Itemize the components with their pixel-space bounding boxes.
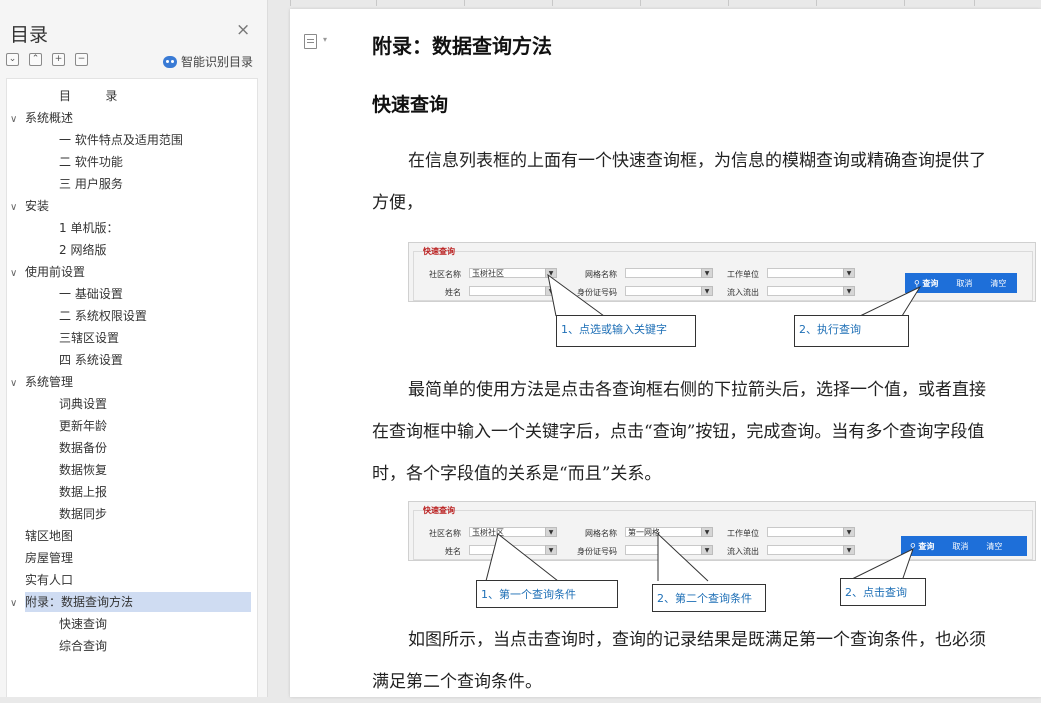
chevron-down-icon[interactable]: ∨ <box>10 374 22 394</box>
toc-item[interactable]: 数据备份 <box>7 438 253 458</box>
toc-item[interactable]: 一 软件特点及适用范围 <box>7 130 253 150</box>
toc-item-label: 安装 <box>25 199 50 213</box>
toc-item-label: 二 软件功能 <box>59 155 123 169</box>
toc-item-label: 词典设置 <box>59 397 108 411</box>
collapse-all-icon[interactable]: ⌃ <box>29 53 42 66</box>
toc-sidebar: 目录 × ⌄ ⌃ + − 智能识别目录 目 录 ∨ 系统概述一 软件特点及适用范围二… <box>0 0 268 697</box>
toc-item[interactable]: ∨ 附录：数据查询方法 <box>10 592 251 612</box>
paragraph-1: 在信息列表框的上面有一个快速查询框，为信息的模糊查询或精确查询提供了方便， <box>372 151 986 213</box>
remove-heading-icon[interactable]: − <box>75 53 88 66</box>
chevron-down-icon[interactable]: ∨ <box>10 198 22 218</box>
heading-appendix: 附录：数据查询方法 <box>372 34 552 58</box>
toc-item-label: 实有人口 <box>25 573 74 587</box>
toc-toolbar: ⌄ ⌃ + − <box>6 53 88 66</box>
toc-item-label: 房屋管理 <box>25 551 74 565</box>
toc-item[interactable]: 数据恢复 <box>7 460 253 480</box>
smart-recognize-icon <box>163 55 177 68</box>
toc-item[interactable]: 房屋管理 <box>7 548 253 568</box>
toc-item[interactable]: 二 系统权限设置 <box>7 306 253 326</box>
toc-item[interactable]: 三 用户服务 <box>7 174 253 194</box>
toc-item[interactable]: 词典设置 <box>7 394 253 414</box>
toc-item-label: 系统概述 <box>25 111 74 125</box>
callout-pointers <box>547 273 922 317</box>
toc-item[interactable]: 数据上报 <box>7 482 253 502</box>
toc-item-label: 四 系统设置 <box>59 353 123 367</box>
figure-quick-query-1: 快速查询 社区名称 玉树社区 ▼ 网格名称 ▼ 工作单位 ▼ 姓名 ▼ 身份证号… <box>408 242 1038 347</box>
toc-item[interactable]: 综合查询 <box>7 636 253 656</box>
toc-item-label: 系统管理 <box>25 375 74 389</box>
toc-item-label: 数据备份 <box>59 441 108 455</box>
smart-toc-label: 智能识别目录 <box>181 55 254 69</box>
toc-item[interactable]: 二 软件功能 <box>7 152 253 172</box>
callout-first-condition: 1、第一个查询条件 <box>476 580 618 608</box>
chevron-down-icon[interactable]: ∨ <box>10 594 22 614</box>
ruler-ticks <box>268 0 1041 8</box>
toc-item-label: 快速查询 <box>59 617 108 631</box>
paragraph-style-icon[interactable] <box>304 34 317 49</box>
toc-title: 目录 <box>10 24 49 46</box>
toc-item-label: 数据同步 <box>59 507 108 521</box>
callout-keyword: 1、点选或输入关键字 <box>556 315 696 347</box>
toc-item[interactable]: 实有人口 <box>7 570 253 590</box>
chevron-down-icon[interactable]: ∨ <box>10 264 22 284</box>
toc-item-label: 三辖区设置 <box>59 331 120 345</box>
toc-item-label: 使用前设置 <box>25 265 86 279</box>
add-heading-icon[interactable]: + <box>52 53 65 66</box>
document-page[interactable]: ▾ 附录：数据查询方法 快速查询 在信息列表框的上面有一个快速查询框，为信息的模… <box>290 9 1041 697</box>
toc-item-label: 数据恢复 <box>59 463 108 477</box>
callout-execute: 2、执行查询 <box>794 315 909 347</box>
toc-item[interactable]: 一 基础设置 <box>7 284 253 304</box>
toc-item[interactable]: 2 网络版 <box>7 240 253 260</box>
toc-item-label: 一 基础设置 <box>59 287 123 301</box>
toc-item[interactable]: 1 单机版： <box>7 218 253 238</box>
toc-item[interactable]: 更新年龄 <box>7 416 253 436</box>
toc-item-label: 三 用户服务 <box>59 177 123 191</box>
paragraph-2: 最简单的使用方法是点击各查询框右侧的下拉箭头后，选择一个值，或者直接在查询框中输… <box>372 380 986 484</box>
toc-item[interactable]: 四 系统设置 <box>7 350 253 370</box>
toc-item-label: 一 软件特点及适用范围 <box>59 133 183 147</box>
figure-quick-query-2: 快速查询 社区名称 玉树社区 ▼ 网格名称 第一网格 ▼ 工作单位 ▼ 姓名 ▼… <box>408 501 1038 612</box>
toc-item-label: 二 系统权限设置 <box>59 309 147 323</box>
toc-item-label: 附录：数据查询方法 <box>25 595 134 609</box>
heading-quick-query: 快速查询 <box>372 94 449 116</box>
toc-item[interactable]: ∨ 安装 <box>7 196 253 216</box>
chevron-down-icon[interactable]: ▾ <box>323 35 327 44</box>
toc-item[interactable]: 快速查询 <box>7 614 253 634</box>
toc-item[interactable]: 数据同步 <box>7 504 253 524</box>
callout-click-query: 2、点击查询 <box>840 578 926 606</box>
toc-item-label: 1 单机版： <box>59 221 119 235</box>
toc-item[interactable]: ∨ 使用前设置 <box>7 262 253 282</box>
toc-item[interactable]: 辖区地图 <box>7 526 253 546</box>
toc-item[interactable]: ∨ 系统概述 <box>7 108 253 128</box>
toc-tree: 目 录 ∨ 系统概述一 软件特点及适用范围二 软件功能三 用户服务 ∨ 安装 1 单机版：… <box>6 78 258 697</box>
toc-item-label: 数据上报 <box>59 485 108 499</box>
toc-item[interactable]: 目 录 <box>7 86 253 106</box>
toc-item-label: 综合查询 <box>59 639 108 653</box>
toc-item-label: 目 录 <box>59 89 118 103</box>
toc-item-label: 辖区地图 <box>25 529 74 543</box>
callout-second-condition: 2、第二个查询条件 <box>652 584 766 612</box>
toc-item[interactable]: ∨ 系统管理 <box>7 372 253 392</box>
toc-item-label: 2 网络版 <box>59 243 107 257</box>
smart-toc-button[interactable]: 智能识别目录 <box>163 53 253 70</box>
toc-item[interactable]: 三辖区设置 <box>7 328 253 348</box>
paragraph-3: 如图所示，当点击查询时，查询的记录结果是既满足第一个查询条件，也必须满足第二个查… <box>372 630 986 692</box>
close-icon[interactable]: × <box>236 22 250 39</box>
chevron-down-icon[interactable]: ∨ <box>10 110 22 130</box>
expand-all-icon[interactable]: ⌄ <box>6 53 19 66</box>
toc-item-label: 更新年龄 <box>59 419 108 433</box>
